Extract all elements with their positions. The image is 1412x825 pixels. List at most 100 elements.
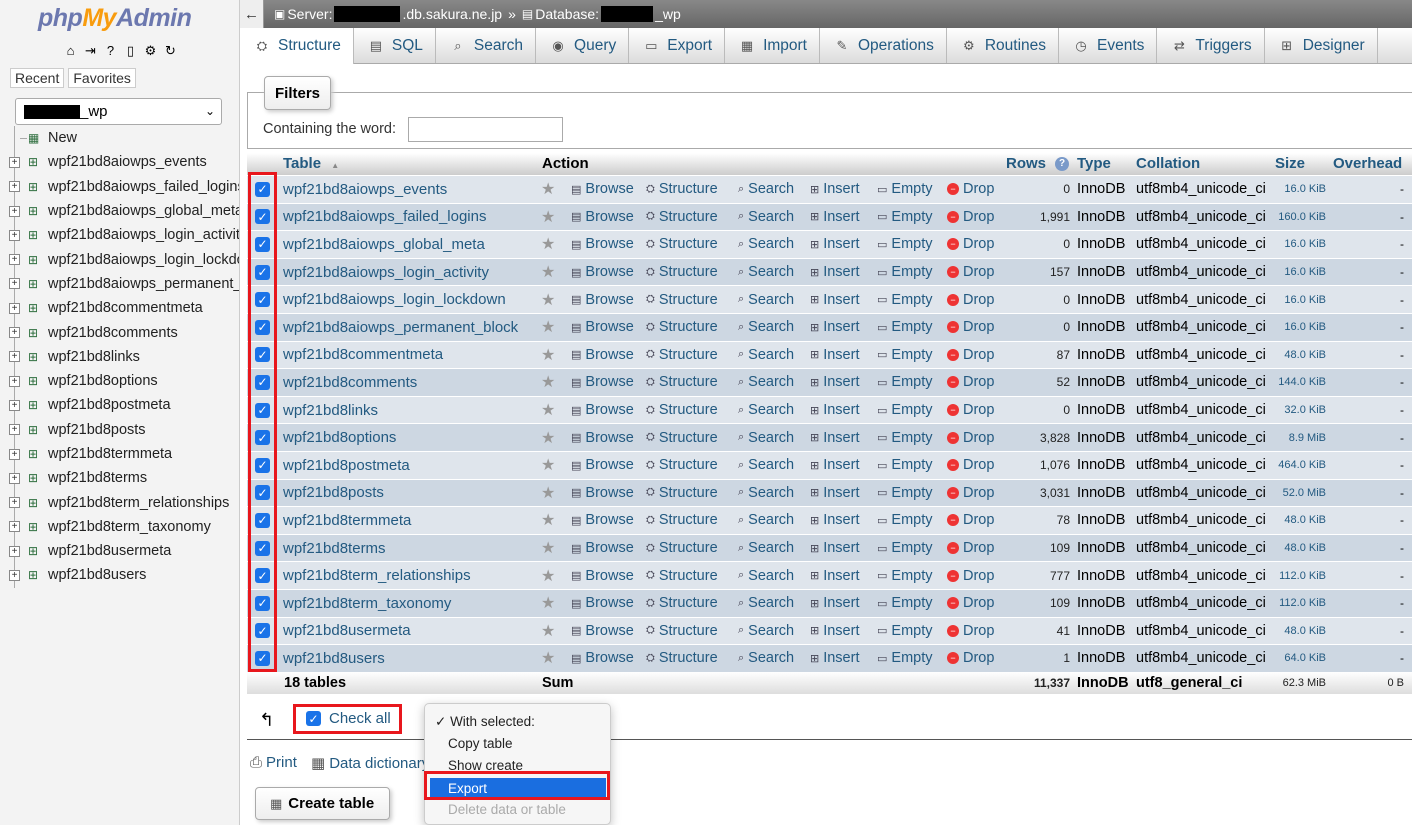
tree-item-table[interactable]: + ⊞ wpf21bd8options [0,368,239,394]
tree-item-table[interactable]: + ⊞ wpf21bd8usermeta [0,539,239,564]
action-drop[interactable]: − Drop [947,204,994,231]
table-size[interactable]: 52.0 MiB [1283,480,1326,507]
table-name-link[interactable]: wpf21bd8users [283,645,385,672]
action-structure[interactable]: ⛭ Structure [646,535,718,562]
action-structure[interactable]: ⛭ Structure [646,590,718,617]
table-size[interactable]: 16.0 KiB [1284,314,1326,341]
expand-icon[interactable]: + [9,497,20,509]
action-browse[interactable]: ▤ Browse [571,176,634,203]
home-icon[interactable]: ⌂ [62,42,79,59]
header-table[interactable]: Table ▲ [283,155,339,172]
tab-designer[interactable]: ⊞ Designer [1265,28,1378,63]
tab-triggers[interactable]: ⇄ Triggers [1157,28,1265,63]
tab-routines[interactable]: ⚙ Routines [947,28,1060,63]
action-search[interactable]: ⌕ Search [738,369,794,396]
tree-item-table[interactable]: + ⊞ wpf21bd8users [0,563,239,588]
table-name-link[interactable]: wpf21bd8aiowps_login_lockdown [283,286,506,313]
tree-item-table[interactable]: + ⊞ wpf21bd8comments [0,320,239,345]
action-search[interactable]: ⌕ Search [738,645,794,672]
table-name-link[interactable]: wpf21bd8posts [283,480,384,507]
action-structure[interactable]: ⛭ Structure [646,397,718,424]
expand-icon[interactable]: + [9,181,20,193]
tree-item-table[interactable]: + ⊞ wpf21bd8aiowps_login_lockdown [0,247,239,272]
table-name-link[interactable]: wpf21bd8termmeta [283,507,411,534]
expand-icon[interactable]: + [9,448,20,460]
action-search[interactable]: ⌕ Search [738,259,794,286]
action-search[interactable]: ⌕ Search [738,452,794,479]
settings-icon[interactable]: ⚙ [142,42,159,59]
action-drop[interactable]: − Drop [947,176,994,203]
action-drop[interactable]: − Drop [947,645,994,672]
table-name-link[interactable]: wpf21bd8comments [283,369,417,396]
favorite-star-icon[interactable]: ★ [541,590,555,617]
logout-icon[interactable]: ⇥ [82,42,99,59]
tree-item-table[interactable]: + ⊞ wpf21bd8terms [0,466,239,491]
action-search[interactable]: ⌕ Search [738,535,794,562]
table-name-link[interactable]: wpf21bd8postmeta [283,452,410,479]
action-drop[interactable]: − Drop [947,452,994,479]
tree-item-table[interactable]: + ⊞ wpf21bd8postmeta [0,393,239,418]
action-insert[interactable]: ⊞ Insert [810,176,859,203]
menu-delete-data[interactable]: Delete data or table [448,802,566,817]
action-browse[interactable]: ▤ Browse [571,342,634,369]
table-size[interactable]: 16.0 KiB [1284,259,1326,286]
tab-operations[interactable]: ✎ Operations [820,28,947,63]
docs-icon[interactable]: ▯ [122,42,139,59]
action-insert[interactable]: ⊞ Insert [810,562,859,589]
action-empty[interactable]: ▭ Empty [877,480,933,507]
action-empty[interactable]: ▭ Empty [877,176,933,203]
action-search[interactable]: ⌕ Search [738,562,794,589]
tree-item-table[interactable]: + ⊞ wpf21bd8commentmeta [0,296,239,321]
action-insert[interactable]: ⊞ Insert [810,645,859,672]
favorite-star-icon[interactable]: ★ [541,397,555,424]
action-browse[interactable]: ▤ Browse [571,480,634,507]
collapse-arrow-icon[interactable]: ← [240,0,264,28]
action-drop[interactable]: − Drop [947,314,994,341]
action-drop[interactable]: − Drop [947,286,994,313]
expand-icon[interactable]: + [9,278,20,290]
tree-item-table[interactable]: + ⊞ wpf21bd8term_relationships [0,490,239,515]
action-browse[interactable]: ▤ Browse [571,618,634,645]
table-size[interactable]: 8.9 MiB [1289,424,1326,451]
expand-icon[interactable]: + [9,424,20,436]
action-insert[interactable]: ⊞ Insert [810,397,859,424]
tree-item-table[interactable]: + ⊞ wpf21bd8aiowps_failed_logins [0,174,239,199]
help-icon[interactable]: ? [102,42,119,59]
action-drop[interactable]: − Drop [947,397,994,424]
action-empty[interactable]: ▭ Empty [877,286,933,313]
table-size[interactable]: 64.0 KiB [1284,645,1326,672]
action-structure[interactable]: ⛭ Structure [646,204,718,231]
action-insert[interactable]: ⊞ Insert [810,231,859,258]
action-empty[interactable]: ▭ Empty [877,424,933,451]
expand-icon[interactable]: + [9,521,20,533]
action-empty[interactable]: ▭ Empty [877,507,933,534]
database-link[interactable]: _wp [655,6,681,22]
expand-icon[interactable]: + [9,229,20,241]
tab-export[interactable]: ▭ Export [629,28,726,63]
table-size[interactable]: 16.0 KiB [1284,176,1326,203]
action-browse[interactable]: ▤ Browse [571,507,634,534]
action-structure[interactable]: ⛭ Structure [646,507,718,534]
table-name-link[interactable]: wpf21bd8aiowps_permanent_block [283,314,518,341]
tree-item-new[interactable]: ▦ New [0,126,239,151]
favorite-star-icon[interactable]: ★ [541,562,555,589]
favorite-star-icon[interactable]: ★ [541,259,555,286]
favorite-star-icon[interactable]: ★ [541,424,555,451]
table-size[interactable]: 112.0 KiB [1279,590,1326,617]
action-empty[interactable]: ▭ Empty [877,314,933,341]
action-empty[interactable]: ▭ Empty [877,369,933,396]
action-drop[interactable]: − Drop [947,342,994,369]
action-drop[interactable]: − Drop [947,369,994,396]
action-empty[interactable]: ▭ Empty [877,645,933,672]
action-browse[interactable]: ▤ Browse [571,286,634,313]
action-search[interactable]: ⌕ Search [738,397,794,424]
action-empty[interactable]: ▭ Empty [877,618,933,645]
action-search[interactable]: ⌕ Search [738,342,794,369]
action-search[interactable]: ⌕ Search [738,424,794,451]
tree-item-table[interactable]: + ⊞ wpf21bd8aiowps_permanent_block [0,271,239,297]
tab-events[interactable]: ◷ Events [1059,28,1158,63]
expand-icon[interactable]: + [9,375,20,387]
action-search[interactable]: ⌕ Search [738,286,794,313]
action-insert[interactable]: ⊞ Insert [810,286,859,313]
action-structure[interactable]: ⛭ Structure [646,618,718,645]
